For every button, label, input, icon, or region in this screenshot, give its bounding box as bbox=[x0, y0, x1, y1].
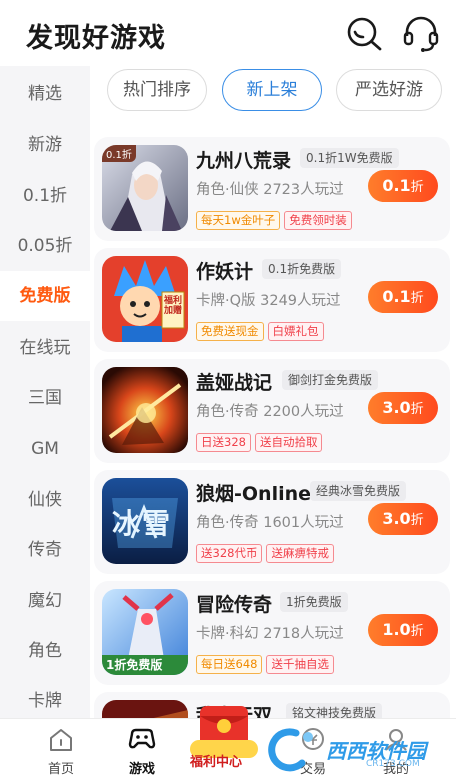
game-meta: 卡牌·科幻 2718人玩过 bbox=[196, 626, 344, 642]
discount-value: 1.0 bbox=[382, 620, 411, 639]
perk-badge: 日送328 bbox=[196, 433, 251, 452]
game-meta: 角色·传奇 1601人玩过 bbox=[196, 515, 344, 531]
version-tag: 御剑打金免费版 bbox=[282, 370, 379, 390]
discount-button[interactable]: 0.1折 bbox=[368, 281, 438, 313]
version-tag: 经典冰雪免费版 bbox=[310, 481, 407, 501]
perk-badge: 每天1w金叶子 bbox=[196, 211, 281, 230]
watermark: 西西软件园 CR173.COM bbox=[262, 725, 442, 775]
discount-value: 0.1 bbox=[382, 176, 411, 195]
discount-button[interactable]: 3.0折 bbox=[368, 503, 438, 535]
game-thumbnail: 福利加赠 bbox=[102, 256, 188, 342]
game-thumbnail bbox=[102, 367, 188, 453]
perk-badge: 送328代币 bbox=[196, 544, 263, 563]
sidebar-item-chuanqi[interactable]: 传奇 bbox=[0, 525, 90, 575]
game-card[interactable]: 1折免费版 冒险传奇 1折免费版 卡牌·科幻 2718人玩过 每日送648 送千抽… bbox=[90, 581, 456, 692]
sidebar-item-mianfeiban[interactable]: 免费版 bbox=[0, 271, 90, 321]
search-button[interactable] bbox=[344, 14, 384, 54]
discount-unit: 折 bbox=[410, 624, 424, 639]
discount-unit: 折 bbox=[410, 180, 424, 195]
thumb-label: 1折免费版 bbox=[106, 658, 163, 672]
headset-icon bbox=[403, 16, 439, 52]
game-title: 作妖计 bbox=[196, 261, 254, 283]
perk-badges: 每天1w金叶子 免费领时装 bbox=[196, 209, 356, 230]
home-icon bbox=[50, 729, 72, 751]
game-title: 冒险传奇 bbox=[196, 594, 273, 616]
sidebar-item-jingxuan[interactable]: 精选 bbox=[0, 69, 90, 119]
game-title: 盖娅战记 bbox=[196, 372, 273, 394]
tab-curated[interactable]: 严选好游 bbox=[336, 69, 442, 111]
version-tag: 铭文神技免费版 bbox=[286, 703, 383, 718]
page-title: 发现好游戏 bbox=[26, 23, 166, 54]
category-sidebar: 精选 新游 0.1折 0.05折 免费版 在线玩 三国 GM 仙侠 传奇 魔幻 … bbox=[0, 66, 90, 718]
sidebar-item-005zhe[interactable]: 0.05折 bbox=[0, 221, 90, 271]
sidebar-item-xinyou[interactable]: 新游 bbox=[0, 120, 90, 170]
discount-button[interactable]: 3.0折 bbox=[368, 392, 438, 424]
discount-unit: 折 bbox=[410, 291, 424, 306]
discount-unit: 折 bbox=[410, 513, 424, 528]
sidebar-item-sanguo[interactable]: 三国 bbox=[0, 373, 90, 423]
game-list-panel: 热门排序 新上架 严选好游 0.1折 九州八荒录 0.1折1W免费版 角色·仙侠… bbox=[90, 66, 456, 718]
watermark-logo-icon bbox=[268, 728, 313, 772]
gamepad-icon bbox=[128, 728, 156, 749]
discount-value: 3.0 bbox=[382, 398, 411, 417]
tab-hot-sort[interactable]: 热门排序 bbox=[107, 69, 207, 111]
nav-label: 游戏 bbox=[128, 762, 155, 777]
perk-badges: 免费送现金 白嫖礼包 bbox=[196, 320, 328, 341]
game-card[interactable]: 盖娅战记 御剑打金免费版 角色·传奇 2200人玩过 日送328 送自动拾取 3.… bbox=[90, 359, 456, 470]
sidebar-item-gm[interactable]: GM bbox=[0, 424, 90, 474]
top-bar: 发现好游戏 bbox=[0, 0, 456, 66]
sidebar-item-kapai[interactable]: 卡牌 bbox=[0, 676, 90, 718]
game-thumbnail bbox=[102, 700, 188, 718]
perk-badge: 白嫖礼包 bbox=[267, 322, 324, 341]
game-thumbnail: 0.1折 bbox=[102, 145, 188, 231]
thumb-label: 福利加赠 bbox=[164, 296, 183, 316]
tab-new-arrivals[interactable]: 新上架 bbox=[222, 69, 322, 111]
game-card[interactable]: 冰雪 狼烟-Online 经典冰雪免费版 角色·传奇 1601人玩过 送328代… bbox=[90, 470, 456, 581]
perk-badges: 送328代币 送麻痹特戒 bbox=[196, 542, 338, 563]
nav-games[interactable]: 游戏 bbox=[102, 719, 182, 780]
perk-badges: 每日送648 送千抽自选 bbox=[196, 653, 338, 674]
sidebar-item-zaixianwan[interactable]: 在线玩 bbox=[0, 323, 90, 373]
perk-badge: 每日送648 bbox=[196, 655, 263, 674]
game-meta: 角色·仙侠 2723人玩过 bbox=[196, 182, 344, 198]
watermark-sub: CR173.COM bbox=[366, 759, 420, 769]
perk-badges: 日送328 送自动拾取 bbox=[196, 431, 326, 452]
game-card[interactable]: 福利加赠 作妖计 0.1折免费版 卡牌·Q版 3249人玩过 免费送现金 白嫖礼包… bbox=[90, 248, 456, 359]
version-tag: 1折免费版 bbox=[280, 592, 348, 612]
game-card[interactable]: 0.1折 九州八荒录 0.1折1W免费版 角色·仙侠 2723人玩过 每天1w金… bbox=[90, 137, 456, 248]
sidebar-item-01zhe[interactable]: 0.1折 bbox=[0, 171, 90, 221]
discount-button[interactable]: 1.0折 bbox=[368, 614, 438, 646]
sort-tabs: 热门排序 新上架 严选好游 bbox=[90, 66, 456, 118]
sidebar-item-mohuan[interactable]: 魔幻 bbox=[0, 576, 90, 626]
game-meta: 卡牌·Q版 3249人玩过 bbox=[196, 293, 341, 309]
version-tag: 0.1折免费版 bbox=[262, 259, 342, 279]
perk-badge: 送麻痹特戒 bbox=[266, 544, 334, 563]
game-title: 狼烟-Online bbox=[196, 483, 312, 505]
version-tag: 0.1折1W免费版 bbox=[300, 148, 399, 168]
perk-badge: 送千抽自选 bbox=[266, 655, 334, 674]
sidebar-item-xianxia[interactable]: 仙侠 bbox=[0, 475, 90, 525]
discount-value: 3.0 bbox=[382, 509, 411, 528]
welfare-label: 福利中心 bbox=[190, 755, 243, 770]
discount-unit: 折 bbox=[410, 402, 424, 417]
perk-badge: 送自动拾取 bbox=[254, 433, 323, 452]
game-thumbnail: 1折免费版 bbox=[102, 589, 188, 675]
perk-badge: 免费送现金 bbox=[196, 322, 264, 341]
thumb-label: 0.1折 bbox=[102, 145, 136, 162]
thumb-label: 冰雪 bbox=[112, 507, 173, 540]
nav-label: 首页 bbox=[47, 762, 74, 777]
sidebar-item-juese[interactable]: 角色 bbox=[0, 626, 90, 676]
nav-home[interactable]: 首页 bbox=[21, 719, 101, 780]
discount-button[interactable]: 0.1折 bbox=[368, 170, 438, 202]
game-thumbnail: 冰雪 bbox=[102, 478, 188, 564]
game-card[interactable]: 乱世无双 铭文神技免费版 bbox=[90, 692, 456, 718]
game-title: 九州八荒录 bbox=[196, 150, 292, 172]
search-icon bbox=[347, 17, 382, 51]
perk-badge: 免费领时装 bbox=[284, 211, 352, 230]
discount-value: 0.1 bbox=[382, 287, 411, 306]
customer-service-button[interactable] bbox=[401, 14, 441, 54]
welfare-center-button[interactable]: 福利中心 bbox=[186, 700, 262, 776]
game-meta: 角色·传奇 2200人玩过 bbox=[196, 404, 344, 420]
